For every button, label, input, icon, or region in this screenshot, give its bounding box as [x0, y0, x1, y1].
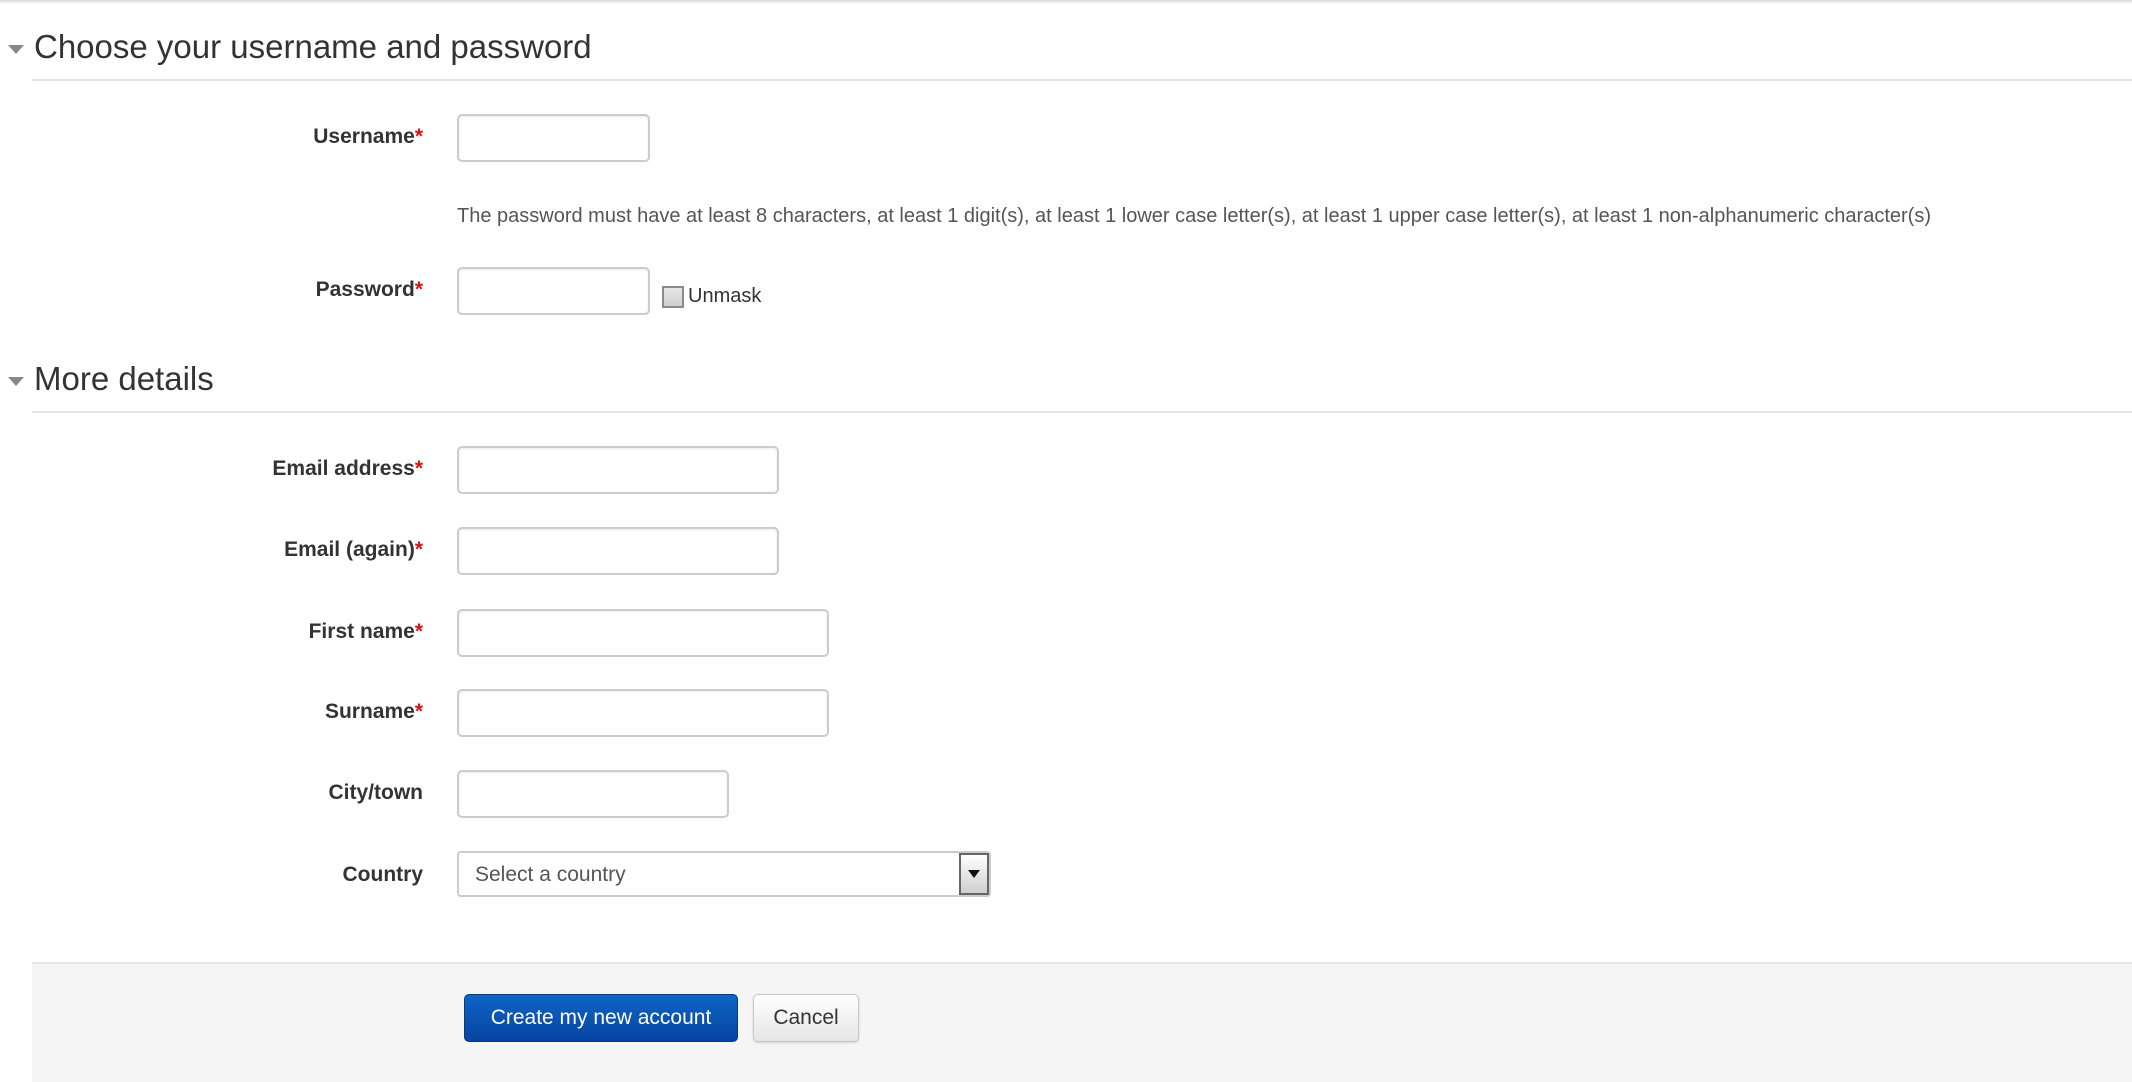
email-again-input[interactable]	[457, 527, 779, 575]
password-label: Password*	[315, 278, 423, 301]
cancel-button[interactable]: Cancel	[753, 994, 859, 1042]
password-policy-text: The password must have at least 8 charac…	[457, 205, 1931, 227]
create-account-button[interactable]: Create my new account	[464, 994, 738, 1042]
chevron-down-icon	[968, 870, 980, 878]
email-again-label: Email (again)*	[284, 538, 423, 561]
section-divider	[32, 79, 2132, 81]
required-marker: *	[414, 700, 423, 723]
required-marker: *	[414, 278, 423, 301]
city-label: City/town	[328, 781, 424, 804]
collapse-triangle-icon	[8, 376, 24, 386]
unmask-toggle[interactable]: Unmask	[662, 285, 761, 308]
first-name-label: First name*	[308, 620, 423, 643]
first-name-input[interactable]	[457, 609, 829, 657]
required-marker: *	[414, 125, 423, 148]
required-marker: *	[414, 538, 423, 561]
surname-label: Surname*	[324, 700, 423, 723]
required-marker: *	[414, 457, 423, 480]
form-actions-bar	[32, 962, 2132, 1082]
username-label: Username*	[313, 125, 423, 148]
username-input[interactable]	[457, 114, 650, 162]
email-input[interactable]	[457, 446, 779, 494]
section-title: Choose your username and password	[34, 28, 592, 65]
unmask-checkbox[interactable]	[662, 285, 684, 308]
section-toggle-account[interactable]: Choose your username and password	[8, 27, 592, 67]
collapse-triangle-icon	[8, 44, 24, 54]
section-toggle-details[interactable]: More details	[8, 359, 214, 399]
required-marker: *	[414, 620, 423, 643]
unmask-label: Unmask	[688, 285, 762, 307]
country-label: Country	[342, 863, 424, 886]
surname-input[interactable]	[457, 689, 829, 737]
section-divider	[32, 411, 2132, 413]
city-input[interactable]	[457, 770, 729, 818]
email-label: Email address*	[272, 457, 423, 480]
country-selected-value: Select a country	[475, 863, 626, 886]
password-input[interactable]	[457, 267, 650, 315]
dropdown-button[interactable]	[959, 853, 989, 895]
top-shadow	[0, 0, 2132, 4]
section-title: More details	[34, 360, 214, 397]
country-select[interactable]: Select a country	[457, 851, 991, 897]
